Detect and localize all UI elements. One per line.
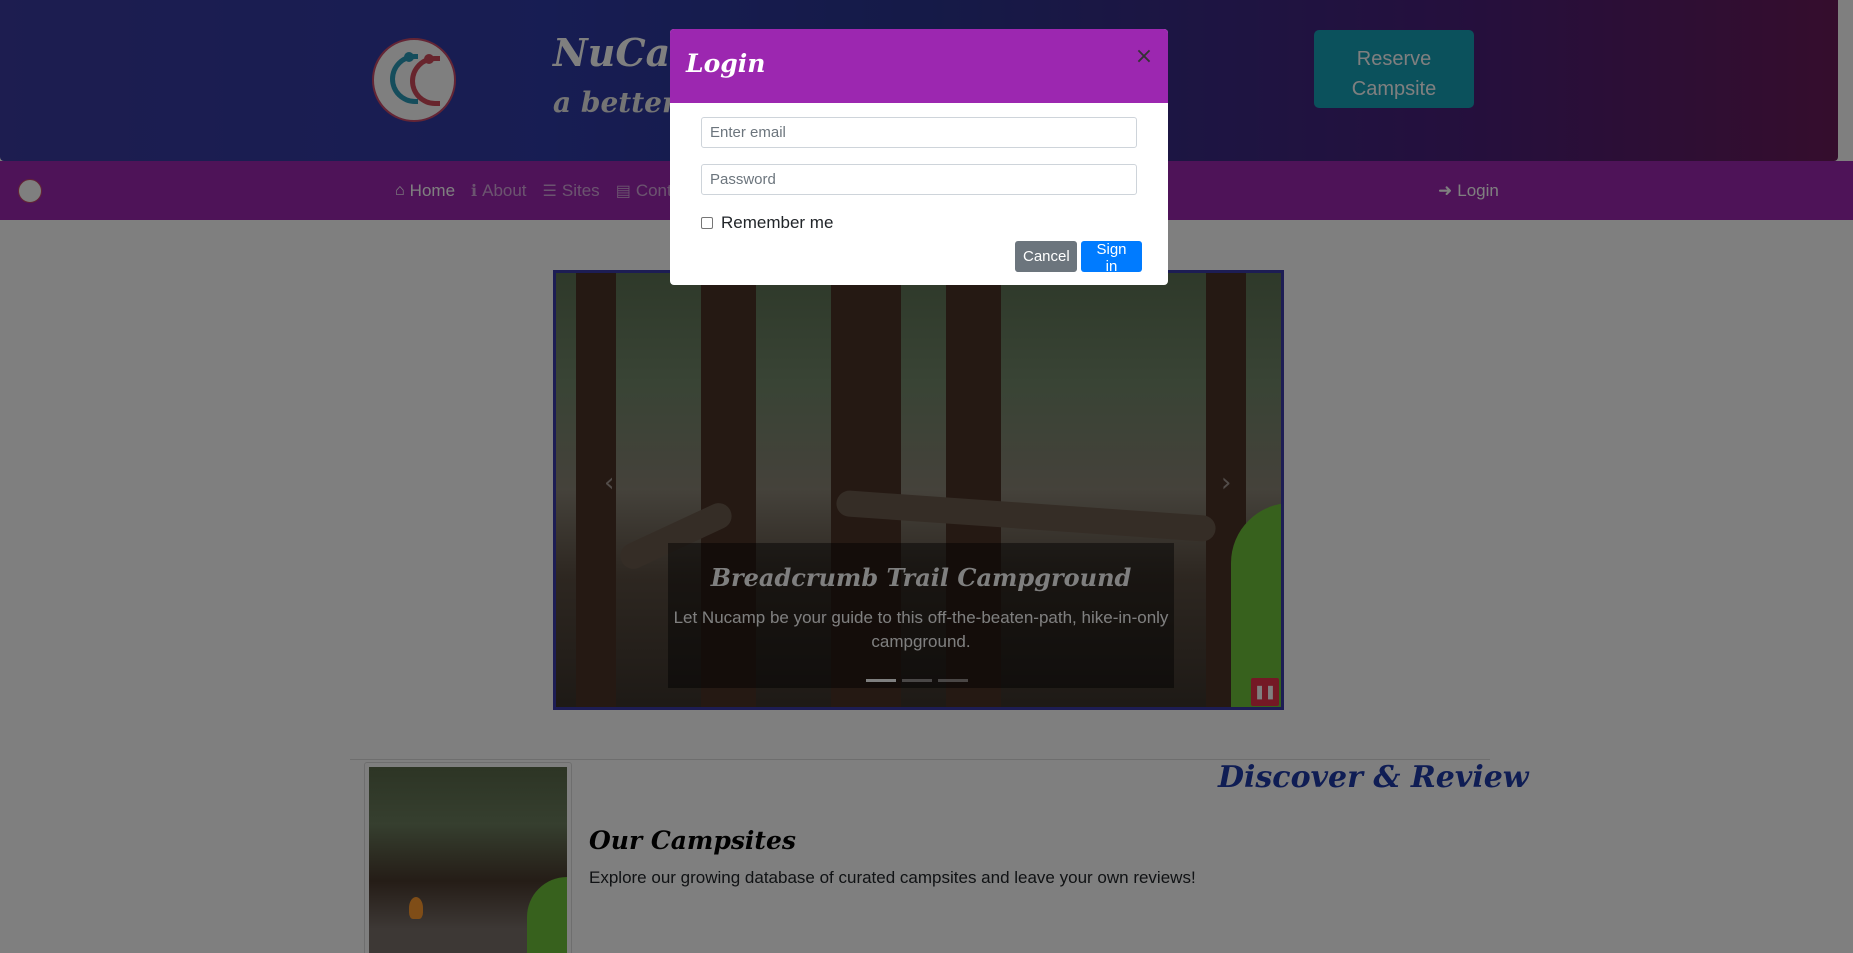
modal-title: Login — [686, 49, 766, 78]
login-modal: Login × Remember me Cancel Sign in — [670, 29, 1168, 285]
sign-in-button[interactable]: Sign in — [1081, 241, 1142, 275]
password-field[interactable] — [701, 164, 1137, 195]
email-field[interactable] — [701, 117, 1137, 148]
close-icon[interactable]: × — [1134, 45, 1154, 69]
remember-me-checkbox[interactable] — [701, 217, 713, 229]
remember-me[interactable]: Remember me — [701, 213, 833, 233]
cancel-button[interactable]: Cancel — [1015, 241, 1077, 272]
remember-me-label: Remember me — [721, 213, 834, 232]
modal-header: Login × — [670, 29, 1168, 103]
